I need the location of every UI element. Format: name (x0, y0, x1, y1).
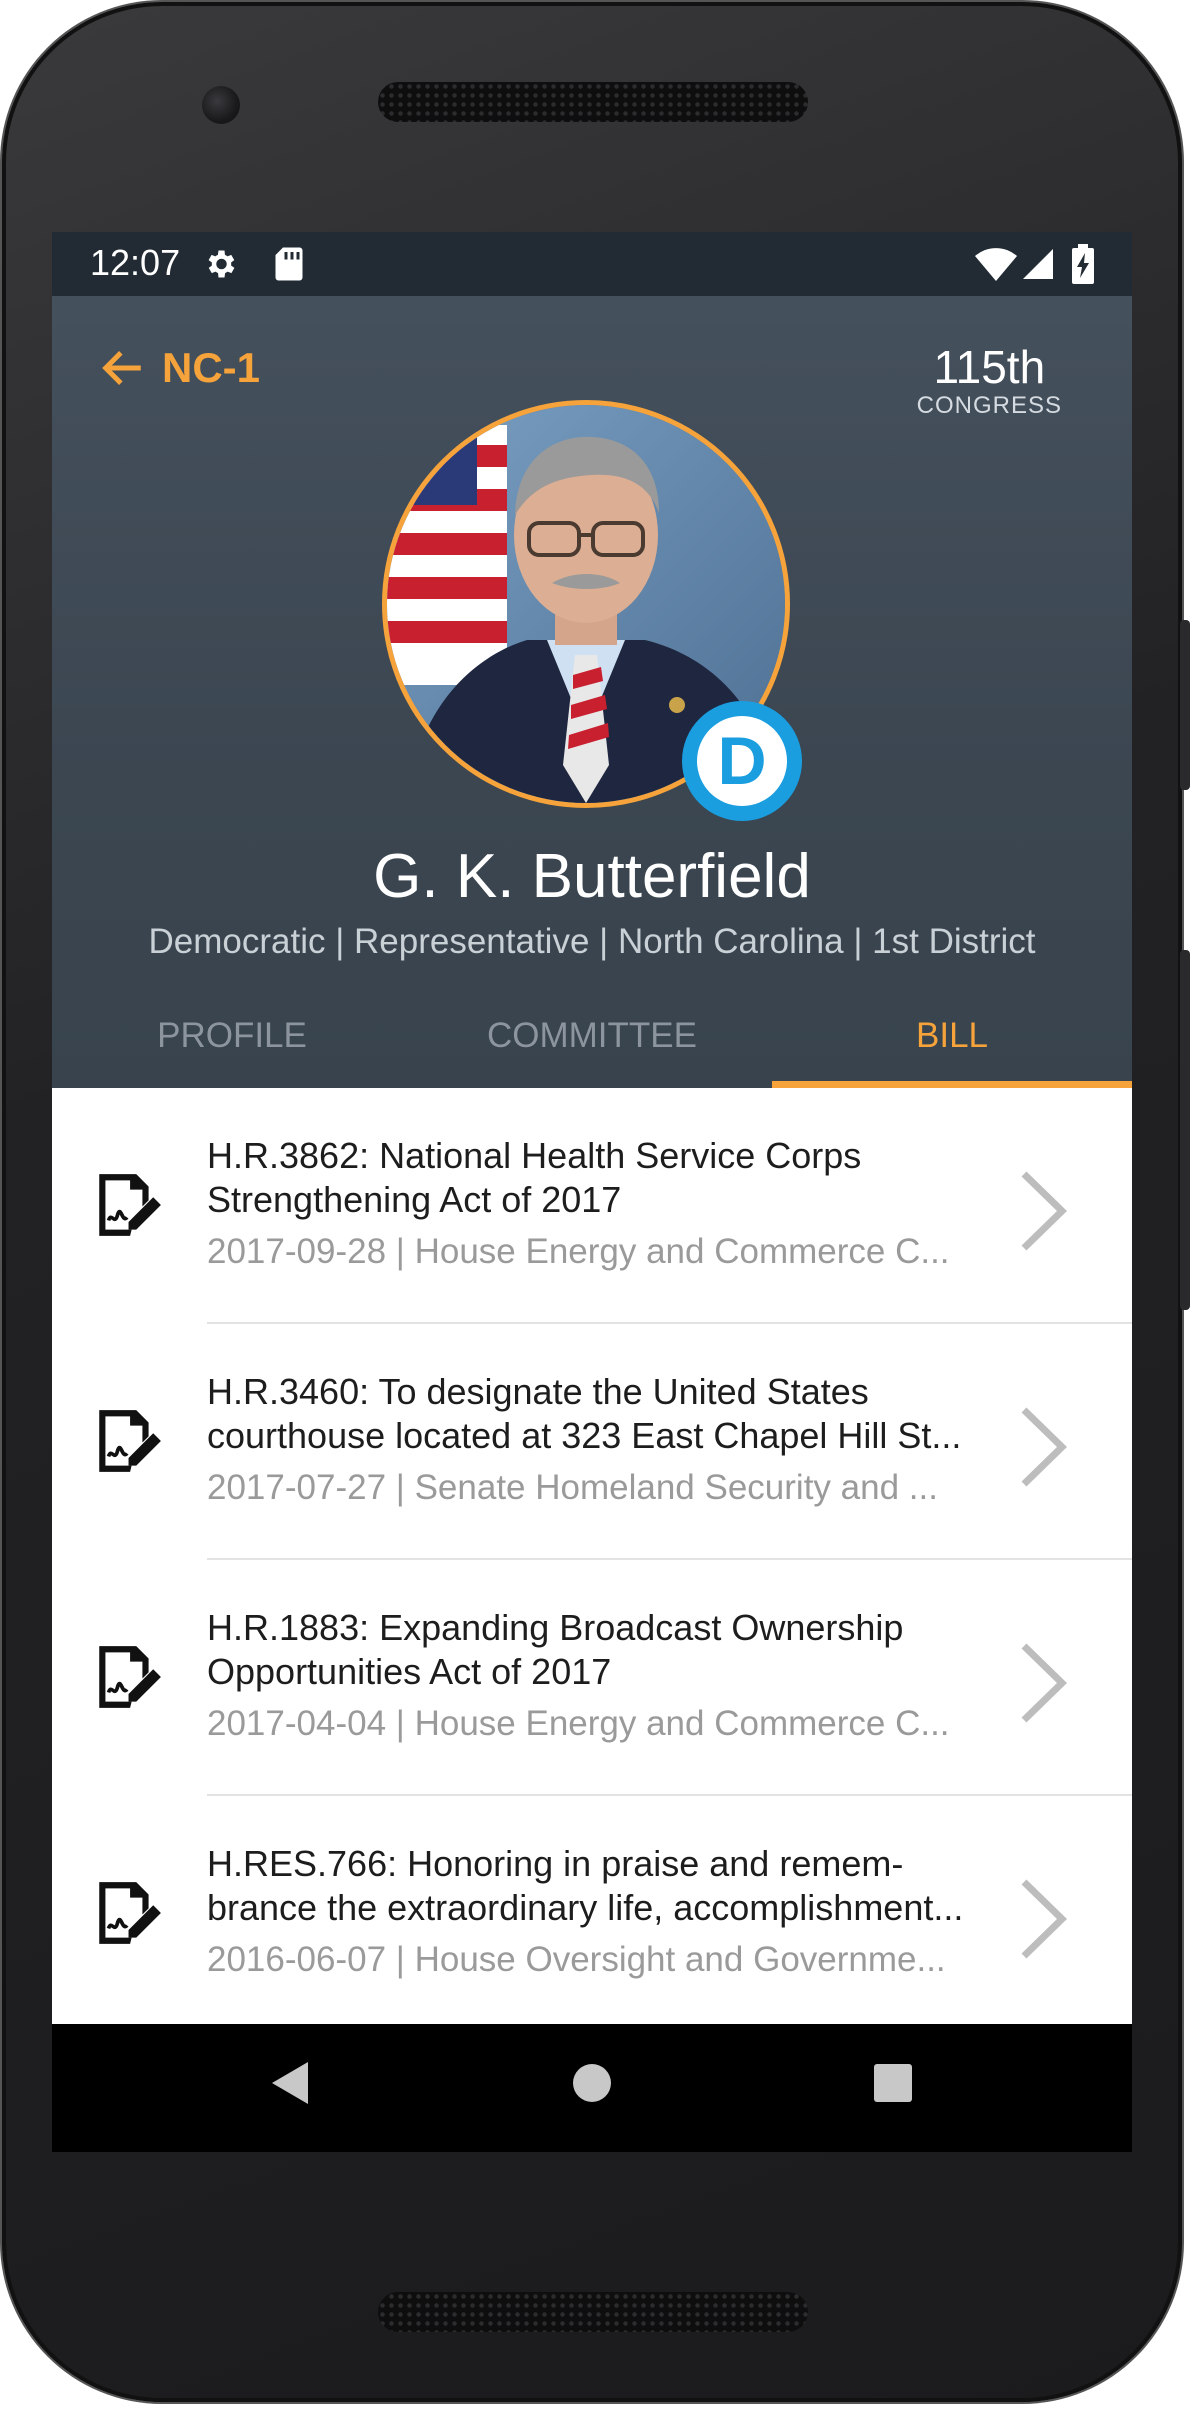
status-bar: 12:07 (52, 232, 1132, 296)
congress-label: CONGRESS (916, 392, 1062, 419)
congress-indicator: 115th CONGRESS (917, 342, 1062, 420)
bill-title-line: H.R.1883: Expanding Broadcast Ownership (207, 1607, 904, 1648)
bill-title: H.R.3460: To designate the United States… (207, 1370, 982, 1458)
profile-header: NC-1 115th CONGRESS D G. K. Butterfield … (52, 296, 1132, 1088)
bill-title: H.R.3862: National Health Service Corps … (207, 1134, 982, 1222)
settings-gear-icon (208, 250, 235, 278)
bill-meta: 2017-07-27 | Senate Homeland Security an… (207, 1468, 938, 1507)
earpiece-speaker (378, 82, 808, 122)
party-badge: D (682, 701, 802, 821)
battery-charging-icon (1072, 244, 1094, 284)
member-name: G. K. Butterfield (373, 842, 811, 911)
tab-bar: PROFILE COMMITTEE BILL (52, 996, 1132, 1088)
back-triangle-icon[interactable] (270, 2060, 310, 2106)
bill-title-line: brance the extraordinary life, accomplis… (207, 1887, 964, 1928)
bill-title: H.R.1883: Expanding Broadcast Ownership … (207, 1606, 982, 1694)
arrow-left-icon (102, 351, 141, 385)
volume-button (1180, 950, 1190, 1310)
bill-meta: 2017-09-28 | House Energy and Commerce C… (207, 1232, 950, 1271)
wifi-icon (975, 248, 1017, 281)
recents-square-icon[interactable] (870, 2060, 914, 2106)
bill-document-icon (99, 1646, 161, 1708)
bottom-speaker (378, 2292, 808, 2332)
status-time: 12:07 (90, 242, 181, 283)
bill-document-icon (99, 1174, 161, 1236)
bill-document-icon (99, 1882, 161, 1944)
list-item[interactable]: H.R.3460: To designate the United States… (52, 1324, 1132, 1560)
back-button[interactable]: NC-1 (98, 344, 260, 392)
party-letter: D (697, 716, 787, 806)
chevron-right-icon (1021, 1643, 1068, 1723)
power-button (1180, 620, 1190, 790)
chevron-right-icon (1021, 1407, 1068, 1487)
list-item[interactable]: H.R.3862: National Health Service Corps … (52, 1088, 1132, 1324)
sd-card-icon (275, 247, 303, 281)
chevron-right-icon (1021, 1171, 1068, 1251)
tab-profile[interactable]: PROFILE (52, 996, 412, 1088)
home-circle-icon[interactable] (570, 2060, 614, 2106)
bill-list: H.R.3862: National Health Service Corps … (52, 1088, 1132, 2032)
bill-title-line: H.R.3862: National Health Service Corps (207, 1135, 862, 1176)
bill-title-line: H.RES.766: Honoring in praise and remem- (207, 1843, 904, 1884)
bill-title-line: Opportunities Act of 2017 (207, 1651, 612, 1692)
bill-meta: 2017-04-04 | House Energy and Commerce C… (207, 1704, 950, 1743)
front-camera (202, 86, 240, 124)
signal-icon (1023, 249, 1053, 279)
bill-title-line: H.R.3460: To designate the United States (207, 1371, 869, 1412)
chevron-right-icon (1021, 1879, 1068, 1959)
member-subtitle: Democratic | Representative | North Caro… (148, 922, 1036, 961)
bill-document-icon (99, 1410, 161, 1472)
bill-title: H.RES.766: Honoring in praise and remem-… (207, 1842, 982, 1930)
app-screen: 12:07 NC-1 115th CONGRESS D G. K. Butter… (52, 232, 1132, 2152)
congress-number: 115th (933, 341, 1046, 393)
district-label: NC-1 (162, 344, 261, 391)
bill-meta: 2016-06-07 | House Oversight and Governm… (207, 1940, 946, 1979)
bill-title-line: courthouse located at 323 East Chapel Hi… (207, 1415, 962, 1456)
tab-committee[interactable]: COMMITTEE (412, 996, 772, 1088)
list-item[interactable]: H.RES.766: Honoring in praise and remem-… (52, 1796, 1132, 2032)
system-nav-bar (52, 2024, 1132, 2152)
tab-bill[interactable]: BILL (772, 996, 1132, 1088)
list-item[interactable]: H.R.1883: Expanding Broadcast Ownership … (52, 1560, 1132, 1796)
bill-title-line: Strengthening Act of 2017 (207, 1179, 622, 1220)
